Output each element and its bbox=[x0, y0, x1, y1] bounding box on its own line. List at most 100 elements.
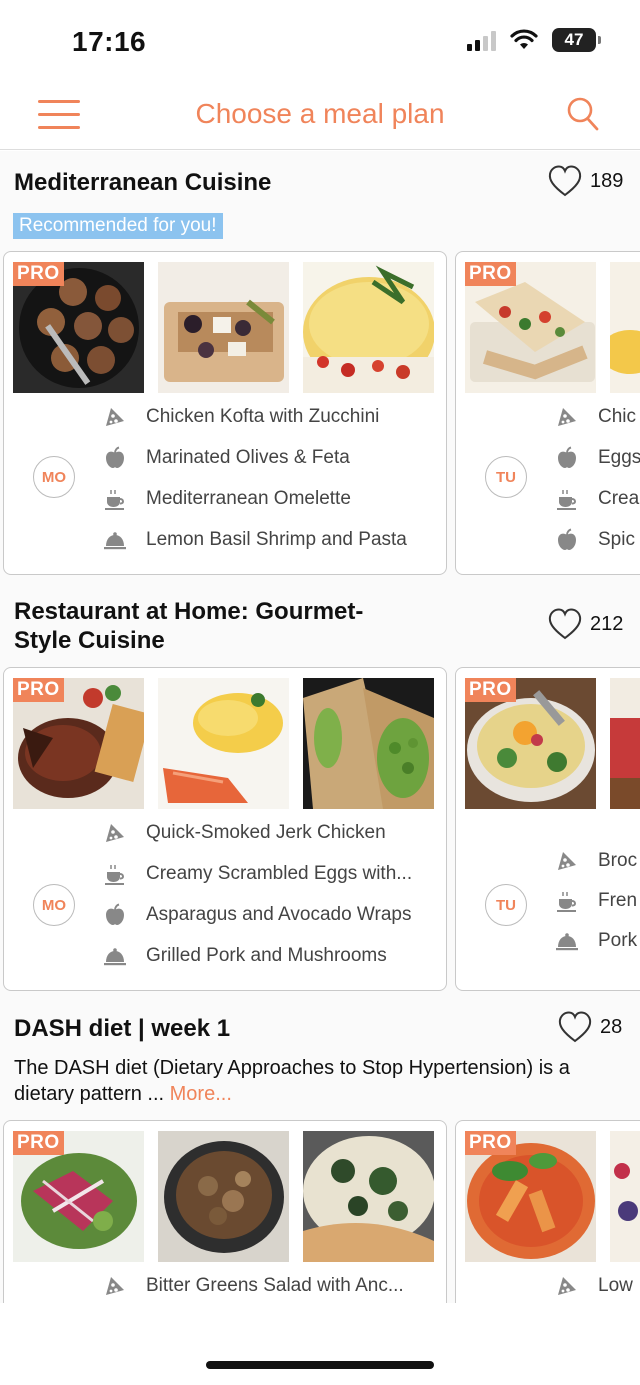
meal-photo-kofta: PRO bbox=[13, 262, 144, 393]
plan-title-line: Style Cuisine bbox=[14, 627, 165, 654]
day-card-monday[interactable]: PRO MO Chicken Kofta with Zucchini Marin… bbox=[3, 251, 447, 575]
likes[interactable]: 189 bbox=[548, 165, 623, 197]
day-card-tuesday[interactable]: PRO Low bbox=[455, 1120, 640, 1303]
meal-name: Chic bbox=[598, 406, 637, 427]
meal-name: Asparagus and Avocado Wraps bbox=[146, 904, 412, 925]
heart-icon[interactable] bbox=[548, 165, 582, 197]
day-card-monday[interactable]: PRO Bitter Greens Salad with Anc... bbox=[3, 1120, 447, 1303]
status-bar: 17:16 47 bbox=[0, 0, 640, 84]
pizza-slice-icon bbox=[554, 404, 580, 430]
coffee-cup-icon bbox=[102, 861, 128, 887]
meal-item[interactable]: Asparagus and Avocado Wraps bbox=[102, 898, 411, 932]
meal-item[interactable]: Chic bbox=[554, 400, 636, 434]
pizza-slice-icon bbox=[102, 820, 128, 846]
meal-name: Eggs bbox=[598, 447, 640, 468]
day-card-tuesday[interactable]: PRO TU Chic Eggs Crea Spic bbox=[455, 251, 640, 575]
meal-name: Crea bbox=[598, 488, 640, 509]
pizza-slice-icon bbox=[102, 1273, 128, 1299]
day-badge: TU bbox=[485, 884, 527, 926]
wifi-icon bbox=[510, 29, 538, 49]
meal-name: Mediterranean Omelette bbox=[146, 488, 351, 509]
heart-icon[interactable] bbox=[548, 608, 582, 640]
heart-icon[interactable] bbox=[558, 1011, 592, 1043]
plan-title-line: Restaurant at Home: Gourmet- bbox=[14, 598, 364, 625]
cellular-signal-icon bbox=[467, 29, 496, 51]
pro-badge: PRO bbox=[465, 262, 516, 286]
meal-name: Chicken Kofta with Zucchini bbox=[146, 406, 380, 427]
meal-name: Grilled Pork and Mushrooms bbox=[146, 945, 387, 966]
battery-icon: 47 bbox=[552, 28, 601, 52]
status-time: 17:16 bbox=[72, 26, 147, 57]
meal-item[interactable]: Spic bbox=[554, 523, 635, 557]
meal-item[interactable]: Pork bbox=[554, 924, 637, 958]
pizza-slice-icon bbox=[554, 848, 580, 874]
plan-title: Restaurant at Home: Gourmet- Style Cuisi… bbox=[14, 597, 363, 655]
apple-icon bbox=[554, 445, 580, 471]
meal-item[interactable]: Lemon Basil Shrimp and Pasta bbox=[102, 523, 407, 557]
pizza-slice-icon bbox=[554, 1273, 580, 1299]
plan-title: Mediterranean Cuisine bbox=[14, 169, 272, 196]
likes[interactable]: 28 bbox=[558, 1011, 622, 1043]
meal-photo-kale-pie bbox=[303, 1131, 434, 1262]
meal-photo-omelette bbox=[303, 262, 434, 393]
meal-item[interactable]: Eggs bbox=[554, 441, 640, 475]
meal-name: Quick-Smoked Jerk Chicken bbox=[146, 822, 386, 843]
day-card-tuesday[interactable]: PRO TU Broc Fren Pork bbox=[455, 667, 640, 991]
pro-badge: PRO bbox=[13, 1131, 64, 1155]
meal-photo-egg bbox=[610, 262, 640, 393]
day-badge: TU bbox=[485, 456, 527, 498]
meal-photo-olives bbox=[158, 262, 289, 393]
more-link[interactable]: More... bbox=[170, 1083, 232, 1105]
meal-name: Pork bbox=[598, 930, 638, 951]
meal-item[interactable]: Bitter Greens Salad with Anc... bbox=[102, 1269, 404, 1303]
meal-photo-scrambled-eggs bbox=[158, 678, 289, 809]
page-title: Choose a meal plan bbox=[195, 98, 445, 129]
meal-item[interactable]: Crea bbox=[554, 482, 639, 516]
plan-description: The DASH diet (Dietary Approaches to Sto… bbox=[14, 1055, 626, 1107]
search-icon[interactable] bbox=[566, 96, 600, 132]
coffee-cup-icon bbox=[102, 486, 128, 512]
pro-badge: PRO bbox=[465, 1131, 516, 1155]
day-badge: MO bbox=[33, 884, 75, 926]
meal-photo-greens-salad: PRO bbox=[13, 1131, 144, 1262]
likes[interactable]: 212 bbox=[548, 608, 623, 640]
meal-name: Bitter Greens Salad with Anc... bbox=[146, 1275, 404, 1296]
cloche-icon bbox=[102, 527, 128, 553]
recommended-badge: Recommended for you! bbox=[13, 213, 223, 239]
meal-photo-yogurt bbox=[610, 1131, 640, 1262]
meal-name: Fren bbox=[598, 890, 638, 911]
apple-icon bbox=[554, 527, 580, 553]
apple-icon bbox=[102, 902, 128, 928]
bottom-area bbox=[0, 1303, 640, 1385]
meal-item[interactable]: Broc bbox=[554, 844, 637, 878]
day-badge: MO bbox=[33, 456, 75, 498]
meal-photo-jerk-chicken: PRO bbox=[13, 678, 144, 809]
plan-title: DASH diet | week 1 bbox=[14, 1015, 231, 1042]
cloche-icon bbox=[102, 943, 128, 969]
meal-photo-wrap: PRO bbox=[465, 262, 596, 393]
pro-badge: PRO bbox=[13, 678, 64, 702]
meal-item[interactable]: Fren bbox=[554, 884, 637, 918]
plan-description-text: The DASH diet (Dietary Approaches to Sto… bbox=[14, 1057, 570, 1105]
home-indicator[interactable] bbox=[206, 1361, 434, 1369]
nav-bar: Choose a meal plan bbox=[0, 84, 640, 150]
likes-count: 212 bbox=[590, 612, 624, 635]
meal-photo-wraps bbox=[303, 678, 434, 809]
meal-name: Spic bbox=[598, 529, 635, 550]
meal-item[interactable]: Mediterranean Omelette bbox=[102, 482, 351, 516]
meal-item[interactable]: Creamy Scrambled Eggs with... bbox=[102, 857, 412, 891]
day-card-monday[interactable]: PRO MO Quick-Smoked Jerk Chicken Creamy … bbox=[3, 667, 447, 991]
meal-item[interactable]: Grilled Pork and Mushrooms bbox=[102, 939, 387, 973]
meal-name: Marinated Olives & Feta bbox=[146, 447, 350, 468]
meal-item[interactable]: Marinated Olives & Feta bbox=[102, 441, 350, 475]
coffee-cup-icon bbox=[554, 888, 580, 914]
pro-badge: PRO bbox=[13, 262, 64, 286]
meal-item[interactable]: Quick-Smoked Jerk Chicken bbox=[102, 816, 386, 850]
meal-plan-list[interactable]: Mediterranean Cuisine 189 Recommended fo… bbox=[0, 151, 640, 1303]
meal-item[interactable]: Low bbox=[554, 1269, 633, 1303]
meal-item[interactable]: Chicken Kofta with Zucchini bbox=[102, 400, 379, 434]
coffee-cup-icon bbox=[554, 486, 580, 512]
status-icons: 47 bbox=[467, 28, 601, 52]
meal-name: Creamy Scrambled Eggs with... bbox=[146, 863, 413, 884]
meal-name: Broc bbox=[598, 850, 638, 871]
